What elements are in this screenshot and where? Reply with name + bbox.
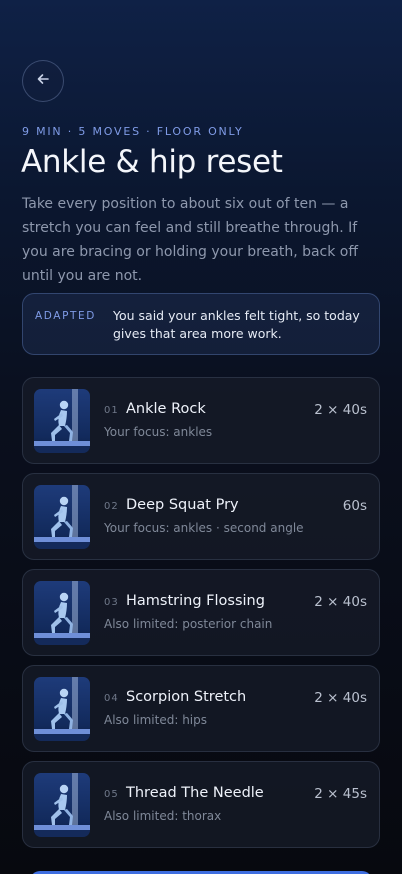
move-name: Deep Squat Pry <box>126 497 239 513</box>
move-name: Scorpion Stretch <box>126 689 247 705</box>
move-card[interactable]: 04 Scorpion Stretch 2 × 40s Also limited… <box>22 665 380 752</box>
move-dose: 2 × 40s <box>314 690 367 706</box>
move-card[interactable]: 05 Thread The Needle 2 × 45s Also limite… <box>22 761 380 848</box>
move-number: 01 <box>104 405 119 416</box>
move-dose: 2 × 40s <box>314 402 367 418</box>
move-number: 03 <box>104 597 119 608</box>
move-number: 04 <box>104 693 119 704</box>
move-thumbnail <box>34 581 90 645</box>
move-note: Your focus: ankles · second angle <box>104 521 304 535</box>
move-card[interactable]: 01 Ankle Rock 2 × 40s Your focus: ankles <box>22 377 380 464</box>
moves-list: 01 Ankle Rock 2 × 40s Your focus: ankles… <box>22 377 380 857</box>
intro-text: Take every position to about six out of … <box>22 196 359 284</box>
page-title: Ankle & hip reset <box>21 144 283 180</box>
move-note: Your focus: ankles <box>104 425 213 439</box>
move-note: Also limited: posterior chain <box>104 617 273 631</box>
move-note: Also limited: thorax <box>104 809 222 823</box>
move-thumbnail <box>34 485 90 549</box>
move-card[interactable]: 02 Deep Squat Pry 60s Your focus: ankles… <box>22 473 380 560</box>
move-card[interactable]: 03 Hamstring Flossing 2 × 40s Also limit… <box>22 569 380 656</box>
move-name: Ankle Rock <box>126 401 206 417</box>
adapted-text: You said your ankles felt tight, so toda… <box>113 308 360 341</box>
move-thumbnail <box>34 773 90 837</box>
move-number: 02 <box>104 501 119 512</box>
move-number: 05 <box>104 789 119 800</box>
move-thumbnail <box>34 677 90 741</box>
move-name: Thread The Needle <box>126 785 264 801</box>
move-thumbnail <box>34 389 90 453</box>
move-note: Also limited: hips <box>104 713 208 727</box>
move-dose: 2 × 40s <box>314 594 367 610</box>
move-name: Hamstring Flossing <box>126 593 265 609</box>
arrow-left-icon <box>35 71 51 91</box>
adapted-banner: ADAPTED You said your ankles felt tight,… <box>22 293 380 355</box>
move-dose: 60s <box>342 498 367 514</box>
move-dose: 2 × 45s <box>314 786 367 802</box>
back-button[interactable] <box>22 60 64 102</box>
adapted-tag: ADAPTED <box>35 310 96 322</box>
session-meta: 9 MIN · 5 MOVES · FLOOR ONLY <box>22 125 244 138</box>
